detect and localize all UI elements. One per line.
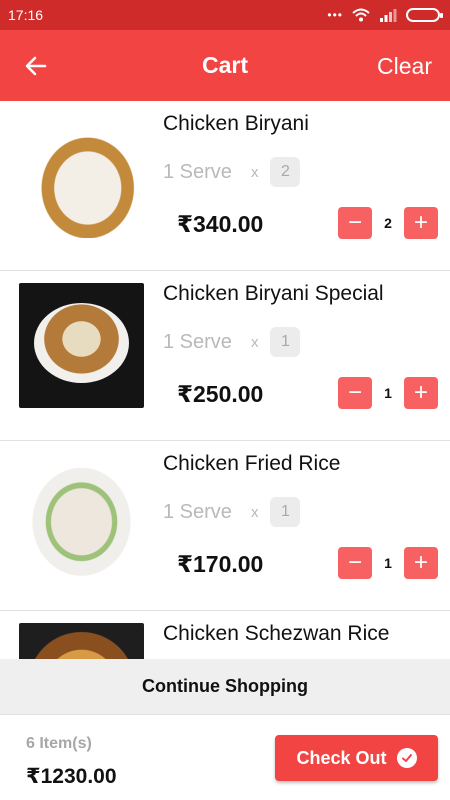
quantity-value: 1	[384, 385, 392, 401]
wifi-icon	[352, 8, 370, 22]
food-image	[19, 113, 144, 238]
cart-footer: 6 Item(s) ₹1230.00 Check Out	[0, 715, 450, 800]
item-name: Chicken Biryani Special	[163, 282, 384, 305]
food-image	[19, 453, 144, 578]
cart-list[interactable]: Chicken Biryani 1 Serve x 2 ₹340.00 − 2 …	[0, 101, 450, 659]
check-circle-icon	[396, 748, 417, 768]
more-dots-icon: •••	[327, 8, 343, 22]
serve-info: 1 Serve x 1	[163, 327, 301, 357]
food-image	[19, 623, 144, 659]
items-count: 6 Item(s)	[26, 735, 92, 752]
serve-info: 1 Serve x 1	[163, 497, 301, 527]
item-price: ₹340.00	[177, 211, 264, 237]
increase-button[interactable]: +	[404, 377, 438, 409]
item-name: Chicken Schezwan Rice	[163, 622, 390, 645]
battery-icon	[406, 8, 443, 22]
increase-button[interactable]: +	[404, 207, 438, 239]
serve-label: 1 Serve	[163, 330, 232, 353]
serve-qty-badge: 2	[270, 157, 301, 187]
times-label: x	[250, 163, 259, 181]
clear-cart-button[interactable]: Clear	[377, 53, 432, 80]
quantity-stepper: − 2 +	[338, 207, 438, 239]
app-bar: Cart Clear	[0, 30, 450, 101]
decrease-button[interactable]: −	[338, 377, 372, 409]
item-name: Chicken Fried Rice	[163, 452, 341, 475]
times-label: x	[250, 503, 259, 521]
status-bar: 17:16 •••	[0, 0, 450, 30]
cart-item: Chicken Biryani Special 1 Serve x 1 ₹250…	[0, 271, 450, 441]
checkout-button[interactable]: Check Out	[275, 735, 438, 781]
serve-label: 1 Serve	[163, 160, 232, 183]
serve-qty-badge: 1	[270, 327, 301, 357]
food-image	[19, 283, 144, 408]
cart-item: Chicken Schezwan Rice	[0, 611, 450, 659]
serve-qty-badge: 1	[270, 497, 301, 527]
quantity-stepper: − 1 +	[338, 547, 438, 579]
status-icons: •••	[327, 8, 443, 22]
quantity-value: 2	[384, 215, 392, 231]
quantity-value: 1	[384, 555, 392, 571]
item-price: ₹250.00	[177, 381, 264, 407]
times-label: x	[250, 333, 259, 351]
serve-info: 1 Serve x 2	[163, 157, 301, 187]
cart-total: ₹1230.00	[26, 765, 117, 788]
decrease-button[interactable]: −	[338, 547, 372, 579]
decrease-button[interactable]: −	[338, 207, 372, 239]
increase-button[interactable]: +	[404, 547, 438, 579]
cart-item: Chicken Fried Rice 1 Serve x 1 ₹170.00 −…	[0, 441, 450, 611]
item-price: ₹170.00	[177, 551, 264, 577]
checkout-label: Check Out	[296, 747, 387, 768]
serve-label: 1 Serve	[163, 500, 232, 523]
quantity-stepper: − 1 +	[338, 377, 438, 409]
signal-icon	[380, 9, 397, 22]
continue-shopping-button[interactable]: Continue Shopping	[0, 659, 450, 715]
status-time: 17:16	[8, 7, 44, 23]
item-name: Chicken Biryani	[163, 112, 309, 135]
cart-item: Chicken Biryani 1 Serve x 2 ₹340.00 − 2 …	[0, 101, 450, 271]
